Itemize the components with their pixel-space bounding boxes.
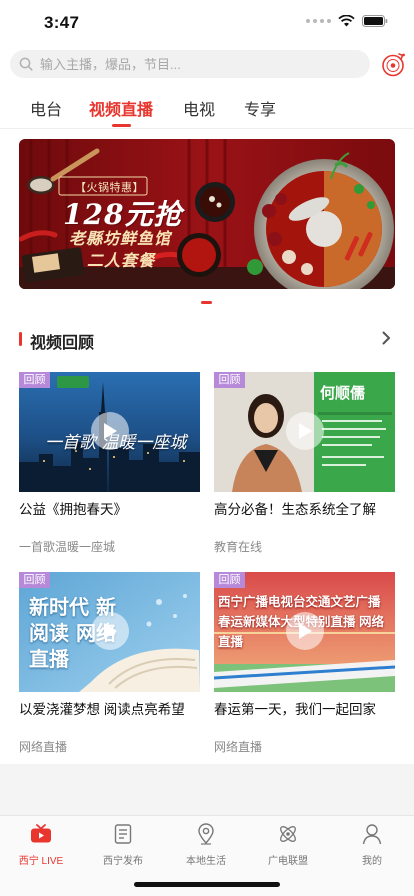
active-tab-indicator (112, 124, 131, 127)
video-thumbnail[interactable]: 一首歌 温暖一座城 回顾 (19, 372, 200, 492)
video-card[interactable]: 何顺儒 回顾 高分必备！生态系统全了解 教育在线 (214, 372, 395, 557)
card-subtitle: 一首歌温暖一座城 (19, 540, 116, 554)
content-bottom-gap (0, 764, 414, 815)
video-card[interactable]: 新时代 新阅读 网络直播 回顾 以爱浇灌梦想 阅读点亮希望 网络直播 (19, 572, 200, 757)
replay-badge: 回顾 (214, 372, 245, 388)
search-bar[interactable] (10, 50, 370, 78)
section-header: 视频回顾 (19, 328, 395, 352)
card-title: 高分必备！生态系统全了解 (214, 502, 376, 517)
tv-icon (31, 824, 51, 843)
chevron-right-icon[interactable] (382, 331, 391, 345)
play-button[interactable] (91, 412, 129, 450)
record-button[interactable] (380, 50, 406, 78)
tabbar-item-broadcast-alliance[interactable]: 广电联盟 (253, 822, 323, 867)
tab-video-live[interactable]: 视频直播 (89, 96, 153, 120)
play-icon (299, 623, 312, 639)
signal-icon (306, 19, 331, 23)
home-indicator (134, 882, 280, 887)
battery-icon (362, 15, 388, 27)
card-subtitle: 网络直播 (19, 740, 68, 754)
tabbar-item-xining-live[interactable]: 西宁 LIVE (6, 822, 76, 867)
card-title: 公益《拥抱春天》 (19, 502, 127, 517)
video-thumbnail[interactable]: 西宁广播电视台交通文艺广播 春运新媒体大型特别直播 网络直播 回顾 (214, 572, 395, 692)
tab-radio[interactable]: 电台 (30, 96, 62, 120)
video-card[interactable]: 一首歌 温暖一座城 回顾 公益《拥抱春天》 一首歌温暖一座城 (19, 372, 200, 557)
card-subtitle: 网络直播 (214, 740, 263, 754)
play-button[interactable] (286, 412, 324, 450)
app-screen: 3:47 输入主播，爆品，节目... 电台 视频直播 电视 专享 【火锅特惠】 … (0, 0, 414, 896)
card-subtitle: 教育在线 (214, 540, 263, 554)
play-icon (104, 423, 117, 439)
tab-tv[interactable]: 电视 (183, 96, 215, 120)
person-icon (362, 824, 382, 845)
banner-restaurant: 老縣坊鲜鱼馆 (69, 229, 172, 248)
search-input[interactable] (40, 56, 340, 72)
category-tabs: 电台 视频直播 电视 专享 (0, 90, 414, 128)
video-thumbnail[interactable]: 新时代 新阅读 网络直播 回顾 (19, 572, 200, 692)
tabbar-label: 广电联盟 (268, 856, 308, 867)
status-time: 3:47 (44, 13, 80, 32)
tabbar-item-xining-release[interactable]: 西宁发布 (88, 822, 158, 867)
banner-page-indicator (201, 301, 212, 304)
play-icon (104, 623, 117, 639)
tabbar-label: 本地生活 (186, 856, 226, 867)
document-icon (114, 824, 132, 844)
location-icon (198, 823, 214, 845)
status-indicators (306, 15, 388, 27)
video-card[interactable]: 西宁广播电视台交通文艺广播 春运新媒体大型特别直播 网络直播 回顾 春运第一天，… (214, 572, 395, 757)
replay-badge: 回顾 (214, 572, 245, 588)
video-thumbnail[interactable]: 何顺儒 回顾 (214, 372, 395, 492)
wifi-icon (338, 15, 355, 27)
tab-exclusive[interactable]: 专享 (244, 96, 276, 120)
banner-texts: 【火锅特惠】 128元抢 老縣坊鲜鱼馆 二人套餐 (19, 139, 395, 289)
tabbar-item-local-life[interactable]: 本地生活 (171, 822, 241, 867)
tabbar-label: 西宁 LIVE (18, 856, 64, 867)
card-title: 以爱浇灌梦想 阅读点亮希望 (19, 702, 185, 717)
search-icon (19, 57, 33, 71)
thumbnail-text: 何顺儒 (320, 385, 366, 402)
vinyl-record-icon (381, 52, 405, 76)
card-title: 春运第一天，我们一起回家 (214, 702, 376, 717)
tabbar-label: 西宁发布 (103, 856, 143, 867)
replay-badge: 回顾 (19, 372, 50, 388)
promo-banner[interactable]: 【火锅特惠】 128元抢 老縣坊鲜鱼馆 二人套餐 (19, 139, 395, 289)
play-button[interactable] (286, 612, 324, 650)
section-accent-bar (19, 332, 22, 346)
banner-set: 二人套餐 (87, 251, 156, 270)
atom-icon (280, 826, 296, 842)
section-title: 视频回顾 (30, 335, 95, 352)
status-bar: 3:47 (0, 0, 414, 46)
tabbar-label: 我的 (362, 856, 382, 867)
replay-badge: 回顾 (19, 572, 50, 588)
play-button[interactable] (91, 612, 129, 650)
play-icon (299, 423, 312, 439)
tabs-divider (0, 128, 414, 129)
tabbar-item-mine[interactable]: 我的 (337, 822, 407, 867)
